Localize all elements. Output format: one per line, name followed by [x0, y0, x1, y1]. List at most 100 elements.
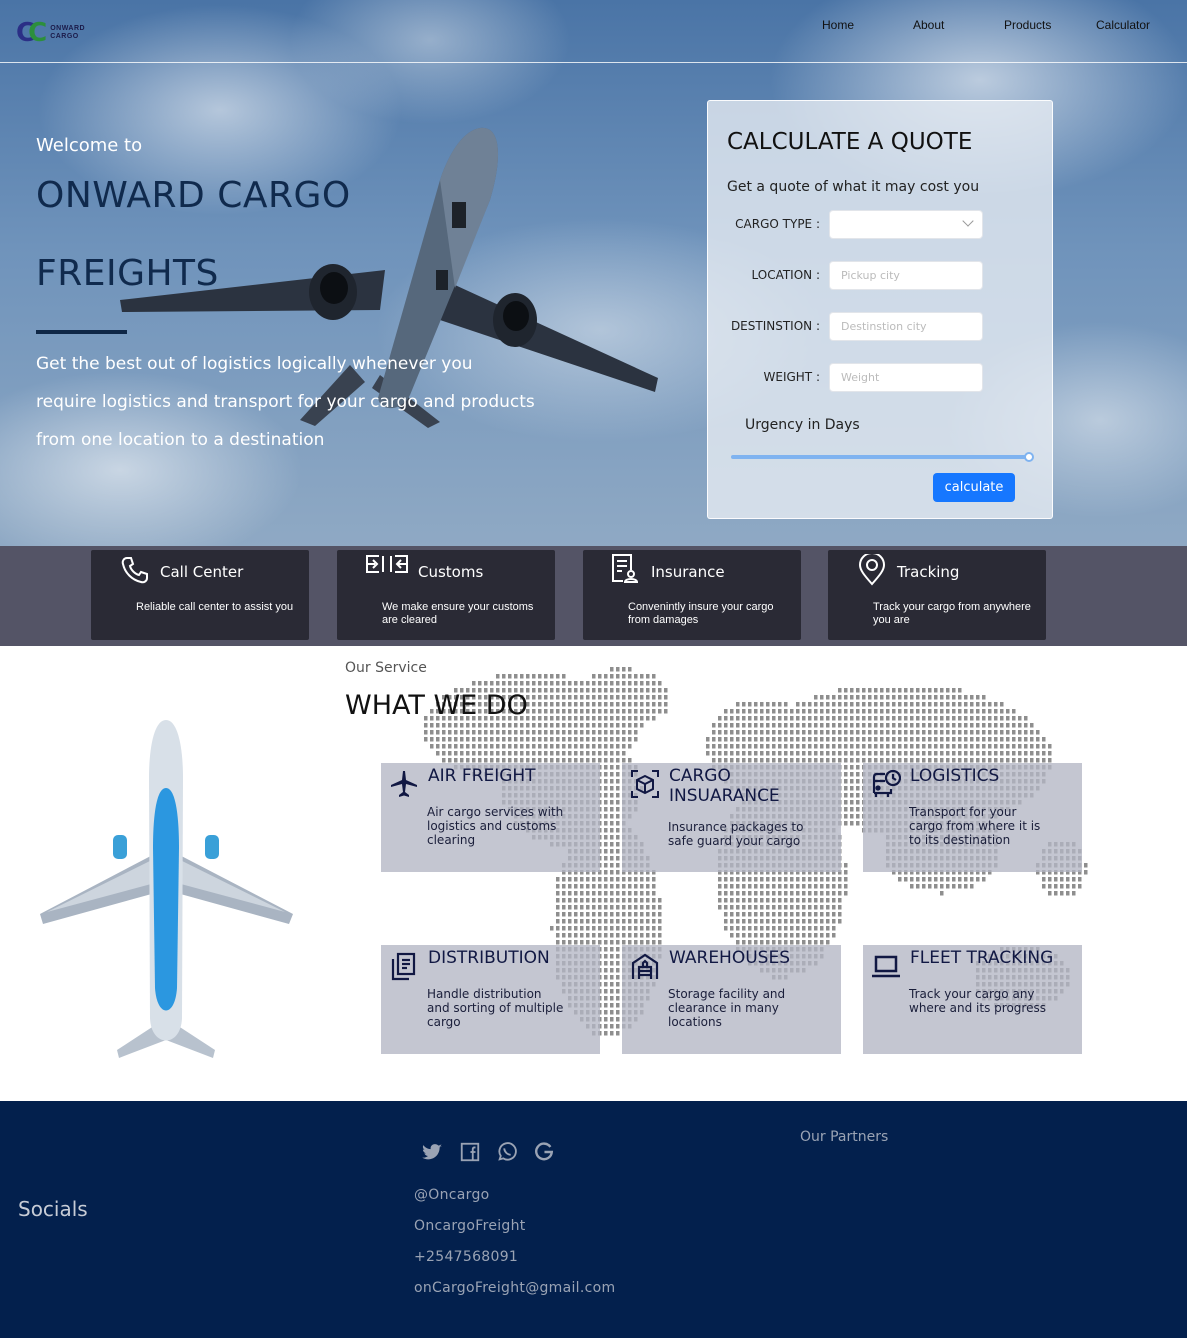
map-dot	[964, 737, 968, 742]
map-dot	[706, 744, 710, 749]
feature-customs[interactable]: Customs We make ensure your customs are …	[337, 550, 555, 640]
contact-phone[interactable]: +2547568091	[414, 1249, 518, 1265]
nav-products[interactable]: Products	[1004, 18, 1051, 32]
map-dot	[940, 709, 944, 714]
nav-about[interactable]: About	[913, 18, 944, 32]
map-dot	[952, 695, 956, 700]
map-dot	[580, 695, 584, 700]
map-dot	[748, 898, 752, 903]
map-dot	[976, 716, 980, 721]
map-dot	[616, 709, 620, 714]
map-dot	[634, 877, 638, 882]
map-dot	[820, 919, 824, 924]
map-dot	[970, 744, 974, 749]
destination-label: DESTINSTION :	[730, 319, 820, 333]
map-dot	[538, 709, 542, 714]
map-dot	[826, 716, 830, 721]
map-dot	[850, 793, 854, 798]
brand-logo[interactable]: CC ONWARD CARGO	[16, 18, 85, 48]
contact-page[interactable]: OncargoFreight	[414, 1218, 526, 1234]
feature-call-center[interactable]: Call Center Reliable call center to assi…	[91, 550, 309, 640]
map-dot	[538, 695, 542, 700]
destination-input[interactable]: Destinstion city	[829, 312, 983, 341]
map-dot	[508, 744, 512, 749]
google-icon[interactable]	[533, 1141, 555, 1163]
nav-home[interactable]: Home	[822, 18, 854, 32]
map-dot	[766, 891, 770, 896]
map-dot	[610, 842, 614, 847]
urgency-slider-track[interactable]	[731, 455, 1031, 459]
map-dot	[934, 695, 938, 700]
map-dot	[1000, 730, 1004, 735]
calculate-button[interactable]: calculate	[933, 473, 1015, 502]
weight-input[interactable]: Weight	[829, 363, 983, 392]
contact-handle[interactable]: @Oncargo	[414, 1187, 490, 1203]
map-dot	[604, 919, 608, 924]
map-dot	[556, 933, 560, 938]
map-dot	[1054, 891, 1058, 896]
map-dot	[1042, 884, 1046, 889]
map-dot	[868, 709, 872, 714]
map-dot	[850, 814, 854, 819]
map-dot	[808, 877, 812, 882]
map-dot	[616, 989, 620, 994]
map-dot	[616, 730, 620, 735]
map-dot	[574, 926, 578, 931]
map-dot	[832, 877, 836, 882]
map-dot	[802, 758, 806, 763]
feature-tracking[interactable]: Tracking Track your cargo from anywhere …	[828, 550, 1046, 640]
map-dot	[862, 716, 866, 721]
map-dot	[790, 891, 794, 896]
insurance-icon	[612, 554, 639, 583]
map-dot	[634, 681, 638, 686]
map-dot	[1042, 758, 1046, 763]
map-dot	[808, 730, 812, 735]
nav-calculator[interactable]: Calculator	[1096, 18, 1150, 32]
map-dot	[646, 940, 650, 945]
map-dot	[994, 723, 998, 728]
map-dot	[778, 919, 782, 924]
cargo-type-select[interactable]	[829, 210, 983, 239]
map-dot	[580, 737, 584, 742]
map-dot	[850, 709, 854, 714]
map-dot	[616, 716, 620, 721]
contact-email[interactable]: onCargoFreight@gmail.com	[414, 1280, 615, 1296]
facebook-icon[interactable]	[459, 1141, 481, 1163]
map-dot	[604, 793, 608, 798]
map-dot	[994, 716, 998, 721]
hero-section: CC ONWARD CARGO Home About Products Calc…	[0, 0, 1187, 547]
map-dot	[574, 709, 578, 714]
map-dot	[616, 968, 620, 973]
map-dot	[610, 1003, 614, 1008]
urgency-slider-thumb[interactable]	[1024, 452, 1034, 462]
map-dot	[826, 695, 830, 700]
service-card-cargo-insurance[interactable]: CARGO INSUARANCE Insurance packages to s…	[622, 763, 841, 872]
service-card-logistics[interactable]: LOGISTICS Transport for your cargo from …	[863, 763, 1082, 872]
map-dot	[622, 688, 626, 693]
location-input[interactable]: Pickup city	[829, 261, 983, 290]
service-card-air-freight[interactable]: AIR FREIGHT Air cargo services with logi…	[381, 763, 600, 872]
service-card-distribution[interactable]: DISTRIBUTION Handle distribution and sor…	[381, 945, 600, 1054]
map-dot	[598, 681, 602, 686]
map-dot	[550, 758, 554, 763]
map-dot	[442, 723, 446, 728]
map-dot	[556, 898, 560, 903]
service-card-warehouses[interactable]: WAREHOUSES Storage facility and clearanc…	[622, 945, 841, 1054]
map-dot	[568, 919, 572, 924]
feature-insurance[interactable]: Insurance Convenintly insure your cargo …	[583, 550, 801, 640]
map-dot	[610, 821, 614, 826]
map-dot	[838, 912, 842, 917]
map-dot	[502, 730, 506, 735]
whatsapp-icon[interactable]	[496, 1141, 518, 1163]
map-dot	[898, 688, 902, 693]
map-dot	[604, 898, 608, 903]
map-dot	[574, 905, 578, 910]
map-dot	[946, 716, 950, 721]
service-card-fleet-tracking[interactable]: FLEET TRACKING Track your cargo any wher…	[863, 945, 1082, 1054]
map-dot	[784, 737, 788, 742]
twitter-icon[interactable]	[422, 1141, 444, 1163]
map-dot	[766, 702, 770, 707]
map-dot	[556, 730, 560, 735]
map-dot	[646, 919, 650, 924]
map-dot	[958, 751, 962, 756]
